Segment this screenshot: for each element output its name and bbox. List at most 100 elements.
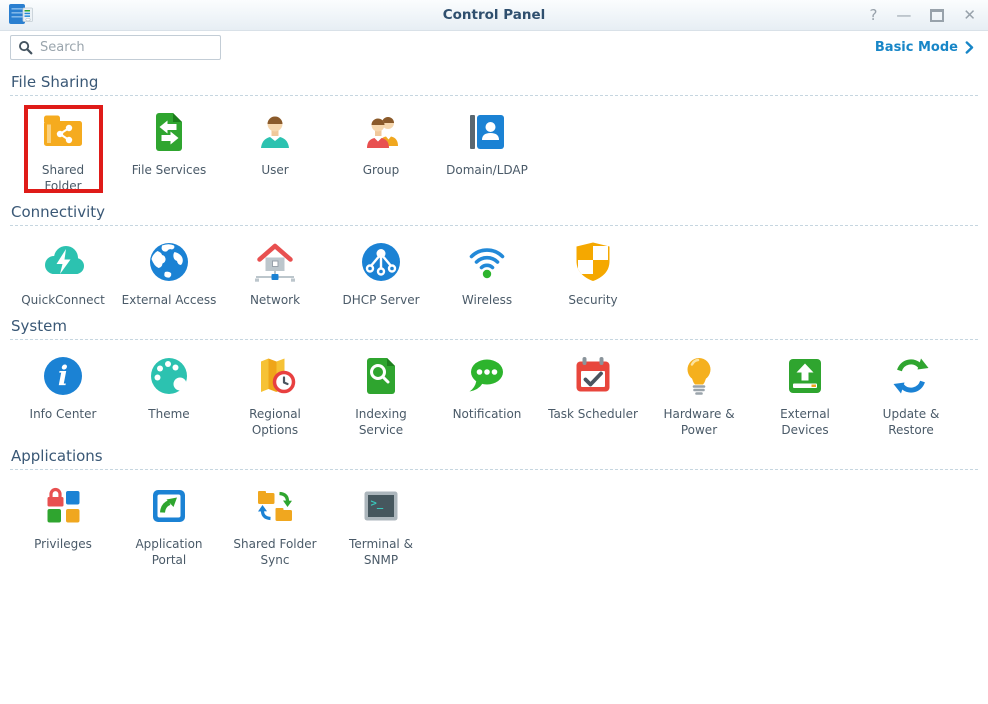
- hardware-power-icon: [675, 352, 723, 400]
- theme-icon: [145, 352, 193, 400]
- close-button[interactable]: ✕: [963, 8, 976, 23]
- app-item-domain-ldap[interactable]: Domain/LDAP: [434, 96, 540, 178]
- app-item-label: External Access: [122, 292, 217, 308]
- quickconnect-icon: [39, 238, 87, 286]
- app-item-label: DHCP Server: [342, 292, 419, 308]
- search-input[interactable]: [38, 39, 220, 56]
- search-icon: [18, 40, 33, 55]
- section-title: Applications: [11, 447, 978, 465]
- application-portal-icon: [145, 482, 193, 530]
- sections-container: File Sharing Shared Folder File Services Us…: [0, 73, 988, 568]
- titlebar: Control Panel ? — ✕: [0, 0, 988, 31]
- app-item-label: Task Scheduler: [548, 406, 638, 422]
- app-item-label: File Services: [132, 162, 207, 178]
- search-box[interactable]: [10, 35, 221, 60]
- app-item-label: Security: [568, 292, 617, 308]
- info-center-icon: i: [39, 352, 87, 400]
- section-connectivity: Connectivity QuickConnect External Access N…: [10, 203, 978, 308]
- shared-folder-icon: [39, 108, 87, 156]
- app-item-task-scheduler[interactable]: Task Scheduler: [540, 340, 646, 422]
- task-scheduler-icon: [569, 352, 617, 400]
- app-item-application-portal[interactable]: Application Portal: [116, 470, 222, 568]
- section-items-row: Shared Folder File Services User Group Domai…: [10, 96, 978, 194]
- security-icon: [569, 238, 617, 286]
- file-services-icon: [145, 108, 193, 156]
- app-item-wireless[interactable]: Wireless: [434, 226, 540, 308]
- shared-folder-sync-icon: [251, 482, 299, 530]
- app-item-label: Terminal & SNMP: [349, 536, 413, 568]
- basic-mode-label: Basic Mode: [875, 40, 958, 55]
- app-item-label: Privileges: [34, 536, 92, 552]
- app-item-label: Shared Folder: [42, 162, 84, 194]
- group-icon: [357, 108, 405, 156]
- chevron-right-icon: [965, 41, 974, 54]
- help-button[interactable]: ?: [869, 8, 877, 23]
- app-item-label: Notification: [453, 406, 522, 422]
- app-item-update-restore[interactable]: Update & Restore: [858, 340, 964, 438]
- app-item-label: Info Center: [30, 406, 97, 422]
- external-devices-icon: [781, 352, 829, 400]
- notification-icon: [463, 352, 511, 400]
- dhcp-server-icon: [357, 238, 405, 286]
- domain-ldap-icon: [463, 108, 511, 156]
- app-item-regional-options[interactable]: Regional Options: [222, 340, 328, 438]
- section-title: Connectivity: [11, 203, 978, 221]
- app-item-label: Update & Restore: [883, 406, 940, 438]
- app-item-shared-folder[interactable]: Shared Folder: [10, 96, 116, 194]
- app-item-hardware-power[interactable]: Hardware & Power: [646, 340, 752, 438]
- svg-text:i: i: [58, 361, 68, 392]
- maximize-button[interactable]: [930, 9, 944, 22]
- toolbar: Basic Mode: [0, 31, 988, 64]
- window-controls: ? — ✕: [869, 0, 976, 30]
- section-title: System: [11, 317, 978, 335]
- app-item-theme[interactable]: Theme: [116, 340, 222, 422]
- app-item-label: Network: [250, 292, 300, 308]
- app-item-label: Shared Folder Sync: [233, 536, 316, 568]
- app-item-external-devices[interactable]: External Devices: [752, 340, 858, 438]
- app-item-group[interactable]: Group: [328, 96, 434, 178]
- section-title: File Sharing: [11, 73, 978, 91]
- app-item-shared-folder-sync[interactable]: Shared Folder Sync: [222, 470, 328, 568]
- app-item-quickconnect[interactable]: QuickConnect: [10, 226, 116, 308]
- app-item-label: External Devices: [780, 406, 830, 438]
- app-item-info-center[interactable]: i Info Center: [10, 340, 116, 422]
- app-item-privileges[interactable]: Privileges: [10, 470, 116, 552]
- app-item-label: Regional Options: [249, 406, 301, 438]
- user-icon: [251, 108, 299, 156]
- app-item-network[interactable]: Network: [222, 226, 328, 308]
- app-item-terminal-snmp[interactable]: >_ Terminal & SNMP: [328, 470, 434, 568]
- section-items-row: QuickConnect External Access Network DHCP S…: [10, 226, 978, 308]
- app-item-label: Hardware & Power: [663, 406, 734, 438]
- control-panel-window: Control Panel ? — ✕ Basic Mode File Shar…: [0, 0, 988, 704]
- regional-options-icon: [251, 352, 299, 400]
- app-item-dhcp-server[interactable]: DHCP Server: [328, 226, 434, 308]
- svg-text:>_: >_: [371, 498, 384, 510]
- network-icon: [251, 238, 299, 286]
- app-item-label: User: [261, 162, 288, 178]
- external-access-icon: [145, 238, 193, 286]
- basic-mode-link[interactable]: Basic Mode: [875, 40, 974, 55]
- section-file-sharing: File Sharing Shared Folder File Services Us…: [10, 73, 978, 194]
- app-item-security[interactable]: Security: [540, 226, 646, 308]
- app-item-label: Indexing Service: [355, 406, 407, 438]
- section-system: System i Info Center Theme Regional Options I…: [10, 317, 978, 438]
- app-item-file-services[interactable]: File Services: [116, 96, 222, 178]
- window-title: Control Panel: [0, 0, 988, 30]
- app-item-indexing-service[interactable]: Indexing Service: [328, 340, 434, 438]
- app-item-label: Application Portal: [135, 536, 202, 568]
- app-item-label: Theme: [148, 406, 189, 422]
- app-item-label: QuickConnect: [21, 292, 105, 308]
- wireless-icon: [463, 238, 511, 286]
- app-item-notification[interactable]: Notification: [434, 340, 540, 422]
- app-item-label: Group: [363, 162, 400, 178]
- app-item-external-access[interactable]: External Access: [116, 226, 222, 308]
- section-items-row: Privileges Application Portal Shared Folde…: [10, 470, 978, 568]
- update-restore-icon: [887, 352, 935, 400]
- app-item-label: Domain/LDAP: [446, 162, 528, 178]
- app-item-user[interactable]: User: [222, 96, 328, 178]
- terminal-snmp-icon: >_: [357, 482, 405, 530]
- section-applications: Applications Privileges Application Portal…: [10, 447, 978, 568]
- minimize-button[interactable]: —: [896, 8, 911, 23]
- privileges-icon: [39, 482, 87, 530]
- section-items-row: i Info Center Theme Regional Options Indexin…: [10, 340, 978, 438]
